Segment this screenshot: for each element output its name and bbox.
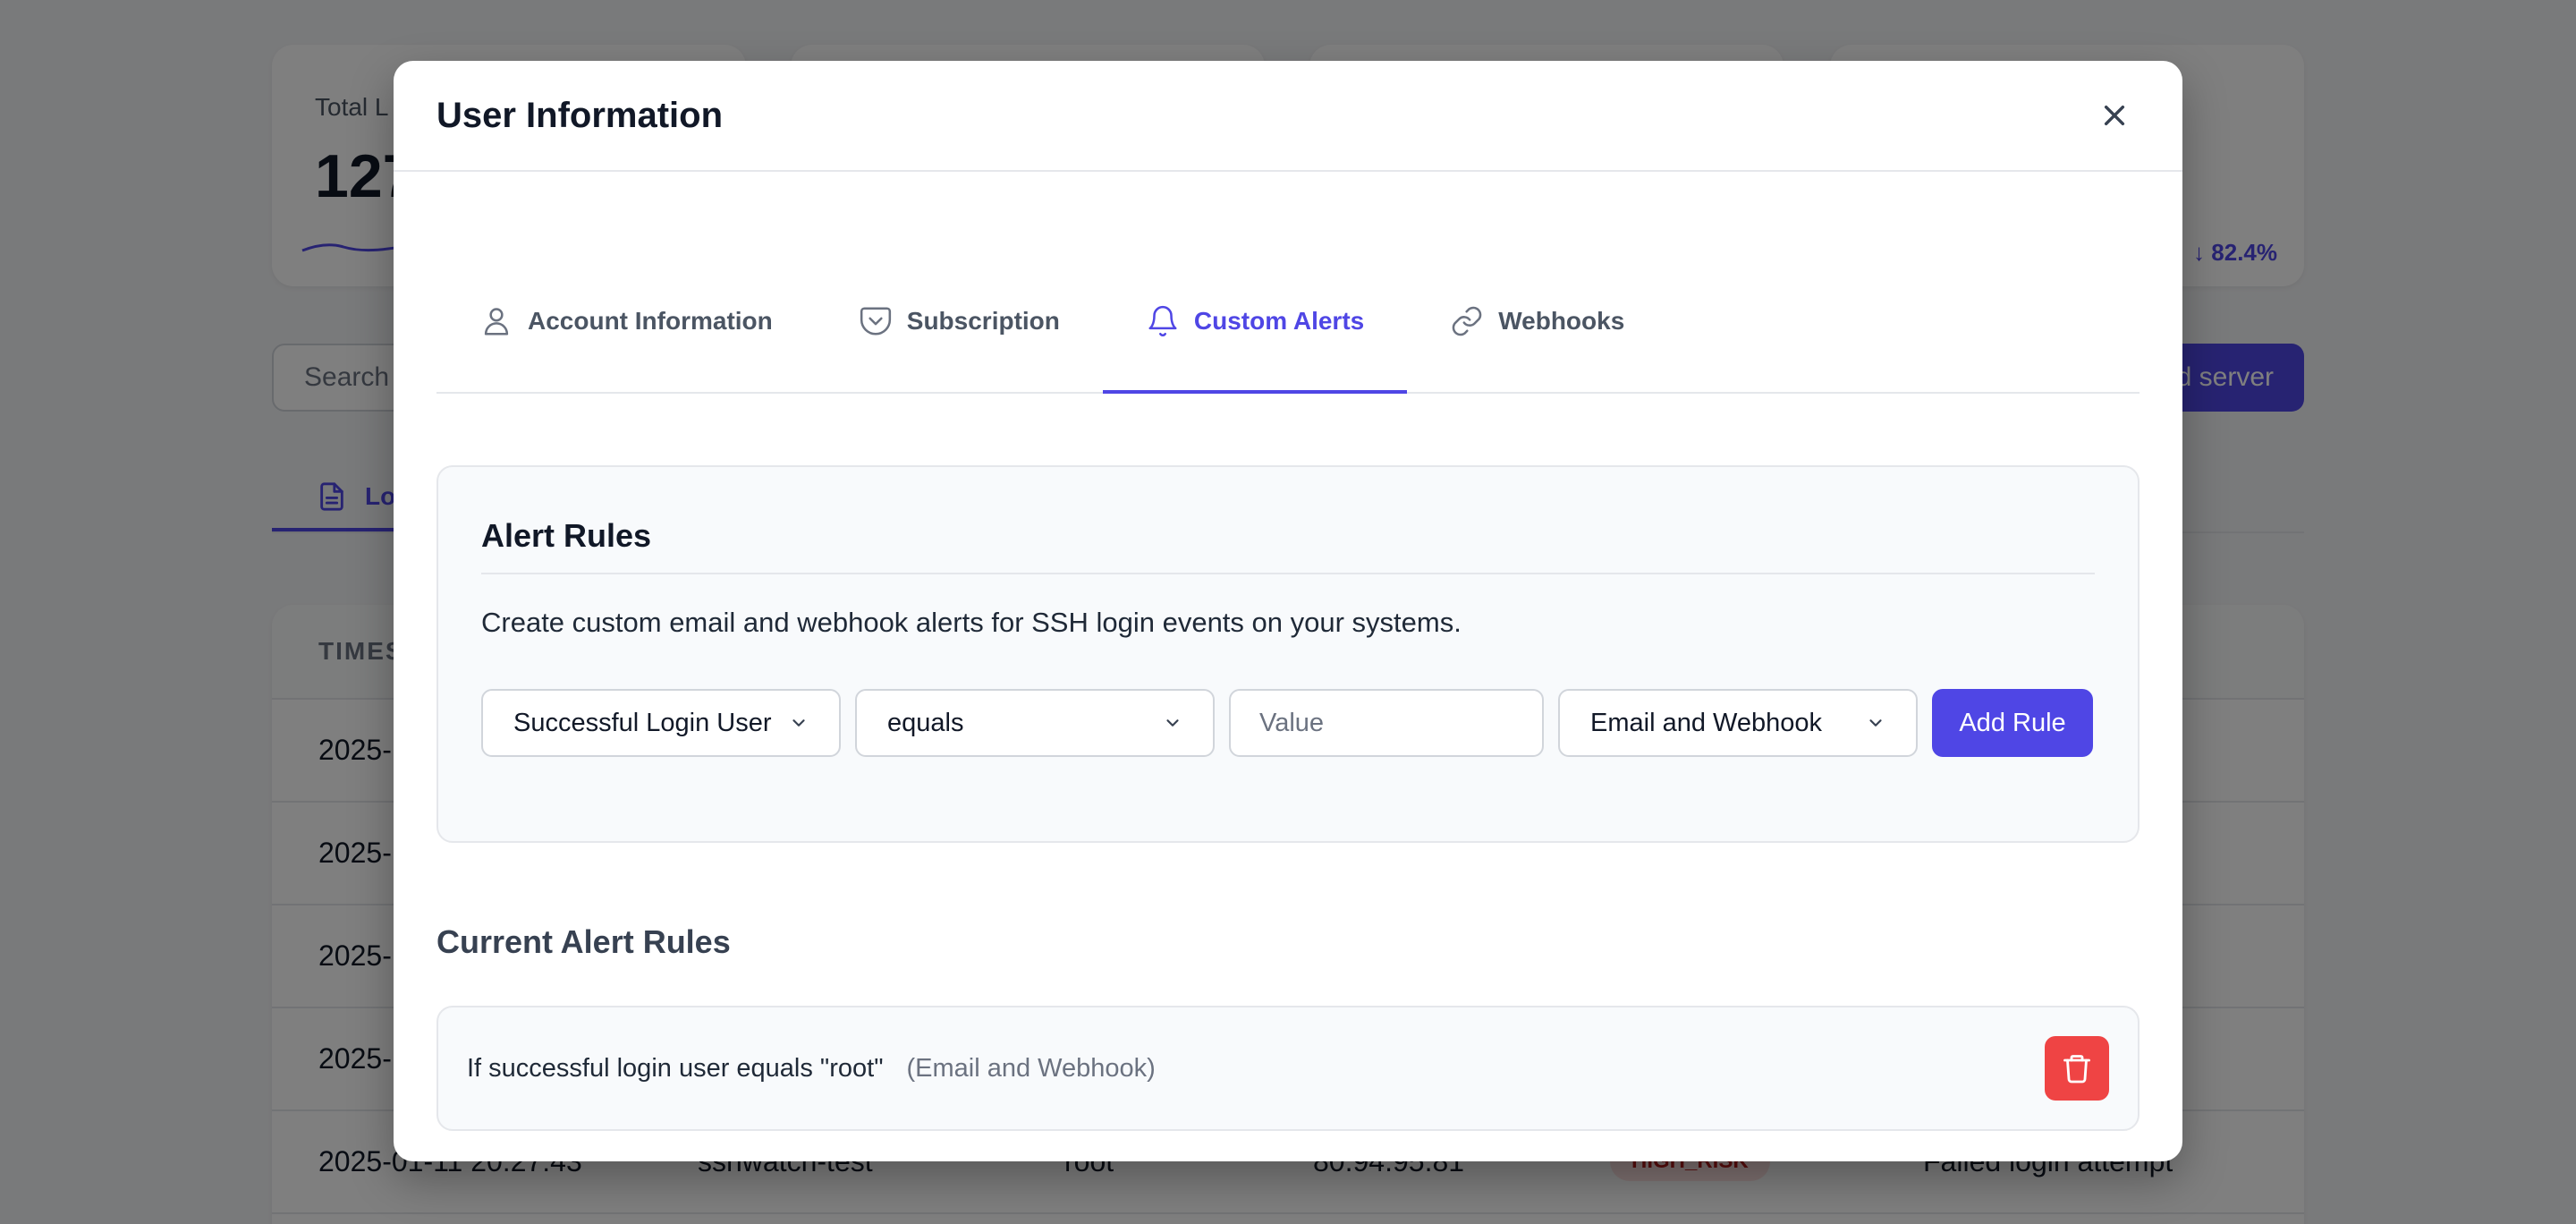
divider	[481, 573, 2095, 574]
modal-title: User Information	[436, 95, 724, 135]
trash-icon	[2063, 1055, 2090, 1084]
user-icon	[484, 308, 509, 336]
bell-icon	[1148, 305, 1177, 336]
select-value: Successful Login User	[513, 708, 772, 737]
rule-method: (Email and Webhook)	[906, 1053, 1156, 1083]
notification-method-select[interactable]: Email and Webhook	[1558, 689, 1918, 757]
delete-rule-button[interactable]	[2045, 1036, 2109, 1101]
chevron-down-icon	[792, 719, 805, 727]
rule-description: If successful login user equals "root"	[467, 1053, 884, 1083]
add-rule-form: Successful Login User equals Email and W…	[481, 689, 2093, 757]
tab-webhooks[interactable]: Webhooks	[1407, 251, 1667, 392]
user-information-modal: User Information Account Information Sub…	[394, 61, 2182, 1161]
event-type-select[interactable]: Successful Login User	[481, 689, 841, 757]
tab-custom-alerts[interactable]: Custom Alerts	[1102, 251, 1408, 394]
tab-label: Custom Alerts	[1193, 307, 1365, 335]
tab-label: Subscription	[906, 307, 1060, 335]
tab-label: Account Information	[528, 307, 773, 335]
pocket-icon	[860, 307, 891, 336]
add-rule-button[interactable]: Add Rule	[1932, 689, 2093, 757]
value-input[interactable]	[1229, 689, 1544, 757]
tab-label: Webhooks	[1498, 307, 1625, 335]
chevron-down-icon	[1869, 719, 1882, 727]
select-value: Email and Webhook	[1590, 708, 1823, 737]
alert-rules-title: Alert Rules	[481, 517, 652, 554]
chevron-down-icon	[1166, 719, 1179, 727]
link-icon	[1452, 306, 1482, 336]
tab-account-information[interactable]: Account Information	[436, 251, 816, 392]
alert-rules-card: Alert Rules Create custom email and webh…	[436, 465, 2140, 843]
select-value: equals	[887, 708, 964, 737]
modal-header: User Information	[394, 61, 2182, 172]
current-alert-rules-title: Current Alert Rules	[436, 923, 731, 960]
alert-rule-item: If successful login user equals "root" (…	[436, 1006, 2140, 1131]
operator-select[interactable]: equals	[855, 689, 1215, 757]
alert-rules-description: Create custom email and webhook alerts f…	[481, 607, 1462, 638]
close-icon	[2104, 105, 2125, 126]
close-button[interactable]	[2089, 90, 2140, 140]
tab-subscription[interactable]: Subscription	[816, 251, 1103, 392]
modal-tabs: Account Information Subscription Custom …	[436, 251, 2140, 394]
